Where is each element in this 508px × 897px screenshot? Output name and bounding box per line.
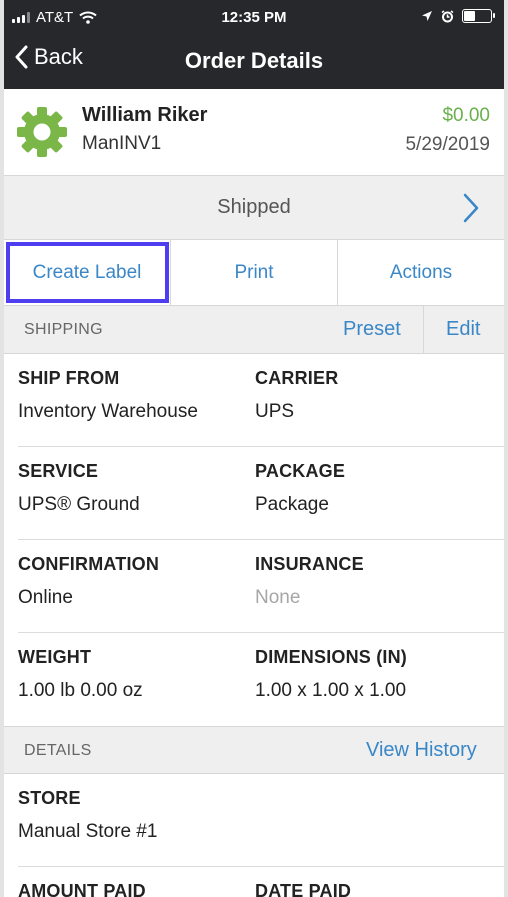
nav-bar: Back Order Details bbox=[4, 40, 504, 84]
field-value: Package bbox=[255, 494, 329, 515]
action-bar: Create Label Print Actions bbox=[4, 240, 504, 306]
field-value: UPS bbox=[255, 401, 295, 422]
field-label: WEIGHT bbox=[18, 647, 92, 667]
confirmation-field[interactable]: CONFIRMATION Online bbox=[18, 554, 159, 609]
back-label: Back bbox=[34, 44, 83, 69]
amount-paid-field[interactable]: AMOUNT PAID bbox=[18, 881, 146, 897]
view-history-button[interactable]: View History bbox=[366, 739, 477, 762]
app-frame: AT&T 12:35 PM Back Order Details William… bbox=[0, 0, 508, 897]
field-label: STORE bbox=[18, 788, 81, 808]
package-field[interactable]: PACKAGE Package bbox=[255, 461, 345, 516]
field-value: 1.00 lb 0.00 oz bbox=[18, 680, 143, 701]
shipping-section-header: SHIPPING Preset Edit bbox=[4, 306, 504, 354]
back-button[interactable]: Back bbox=[14, 44, 83, 70]
status-bar: AT&T 12:35 PM bbox=[4, 0, 504, 36]
field-row: SERVICE UPS® Ground PACKAGE Package bbox=[4, 447, 504, 540]
field-value: 1.00 x 1.00 x 1.00 bbox=[255, 680, 407, 701]
alarm-icon bbox=[441, 9, 454, 22]
location-icon bbox=[422, 10, 432, 21]
service-field[interactable]: SERVICE UPS® Ground bbox=[18, 461, 140, 516]
battery-icon bbox=[462, 9, 495, 23]
preset-button[interactable]: Preset bbox=[343, 318, 401, 341]
customer-header: William Riker ManINV1 $0.00 5/29/2019 bbox=[4, 89, 504, 176]
field-label: SERVICE bbox=[18, 461, 99, 481]
field-label: DIMENSIONS (IN) bbox=[255, 647, 408, 667]
actions-button[interactable]: Actions bbox=[338, 240, 504, 305]
field-label: AMOUNT PAID bbox=[18, 881, 146, 897]
field-label: CARRIER bbox=[255, 368, 339, 388]
create-label-button[interactable]: Create Label bbox=[4, 240, 171, 305]
top-bar: AT&T 12:35 PM Back Order Details bbox=[4, 0, 504, 89]
customer-name: William Riker bbox=[82, 104, 208, 126]
field-row: CONFIRMATION Online INSURANCE None bbox=[4, 540, 504, 633]
field-value: UPS® Ground bbox=[18, 494, 140, 515]
field-value: Inventory Warehouse bbox=[18, 401, 198, 422]
details-section-header: DETAILS View History bbox=[4, 726, 504, 774]
field-label: SHIP FROM bbox=[18, 368, 120, 388]
order-number: ManINV1 bbox=[82, 133, 162, 154]
weight-field[interactable]: WEIGHT 1.00 lb 0.00 oz bbox=[18, 647, 143, 702]
field-row: STORE Manual Store #1 bbox=[4, 774, 504, 867]
order-date: 5/29/2019 bbox=[405, 134, 490, 155]
field-value: Manual Store #1 bbox=[18, 821, 158, 842]
field-label: DATE PAID bbox=[255, 881, 352, 897]
print-button[interactable]: Print bbox=[171, 240, 338, 305]
chevron-right-icon bbox=[463, 193, 479, 223]
edit-button[interactable]: Edit bbox=[446, 318, 480, 341]
details-section-title: DETAILS bbox=[24, 742, 92, 759]
header-divider bbox=[423, 306, 424, 354]
date-paid-field[interactable]: DATE PAID bbox=[255, 881, 351, 897]
field-value: None bbox=[255, 587, 301, 608]
order-amount: $0.00 bbox=[442, 105, 490, 126]
field-row: AMOUNT PAID DATE PAID bbox=[4, 867, 504, 897]
order-status-row[interactable]: Shipped bbox=[4, 176, 504, 240]
field-label: CONFIRMATION bbox=[18, 554, 160, 574]
order-status-label: Shipped bbox=[217, 196, 291, 218]
field-value: Online bbox=[18, 587, 73, 608]
field-row: WEIGHT 1.00 lb 0.00 oz DIMENSIONS (IN) 1… bbox=[4, 633, 504, 726]
dimensions-field[interactable]: DIMENSIONS (IN) 1.00 x 1.00 x 1.00 bbox=[255, 647, 407, 702]
field-label: INSURANCE bbox=[255, 554, 364, 574]
field-label: PACKAGE bbox=[255, 461, 346, 481]
back-chevron-icon bbox=[15, 45, 28, 69]
store-field[interactable]: STORE Manual Store #1 bbox=[18, 788, 157, 843]
ship-from-field[interactable]: SHIP FROM Inventory Warehouse bbox=[18, 368, 198, 423]
shipping-section-title: SHIPPING bbox=[24, 321, 103, 338]
insurance-field[interactable]: INSURANCE None bbox=[255, 554, 364, 609]
gear-icon bbox=[17, 107, 67, 157]
carrier-field[interactable]: CARRIER UPS bbox=[255, 368, 338, 423]
field-row: SHIP FROM Inventory Warehouse CARRIER UP… bbox=[4, 354, 504, 447]
